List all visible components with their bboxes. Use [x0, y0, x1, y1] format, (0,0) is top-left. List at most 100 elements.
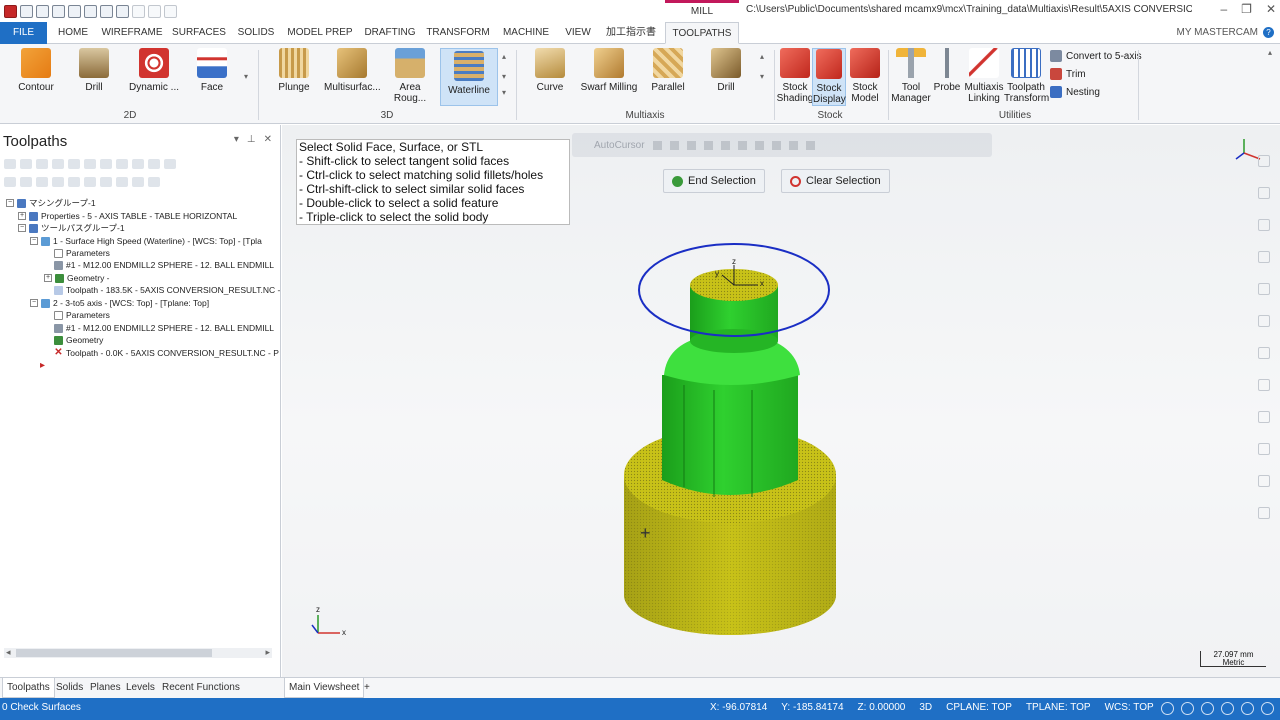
undo-icon[interactable]	[132, 4, 145, 18]
tab-wireframe[interactable]: WIREFRAME	[100, 22, 164, 44]
select-all-icon[interactable]	[4, 159, 16, 169]
tab-levels-panel[interactable]: Levels	[122, 678, 159, 698]
tab-toolpaths-panel[interactable]: Toolpaths	[2, 678, 55, 698]
insert-arrow-icon[interactable]	[84, 177, 96, 187]
group-display-icon[interactable]	[148, 177, 160, 187]
pan-icon[interactable]	[1258, 187, 1270, 199]
my-mastercam-link[interactable]: MY MASTERCAM	[1177, 27, 1259, 38]
multiaxis-linking-button[interactable]: Multiaxis Linking	[964, 48, 1004, 104]
new-file-icon[interactable]	[20, 4, 33, 18]
panel-horizontal-scrollbar[interactable]: ◂ ▸	[4, 647, 272, 658]
tree-node-toolpath-2[interactable]: ✕ Toolpath - 0.0K - 5AXIS CONVERSION_RESU…	[54, 347, 279, 359]
stock-shading-button[interactable]: Stock Shading	[776, 48, 814, 104]
clipboard-icon[interactable]	[116, 4, 129, 18]
select-dirty-icon[interactable]	[20, 159, 32, 169]
globe-icon[interactable]	[1181, 702, 1194, 715]
tab-machine[interactable]: MACHINE	[498, 22, 554, 44]
tab-solids[interactable]: SOLIDS	[234, 22, 278, 44]
tree-node-toolpath-group[interactable]: − ツールパスグループ-1	[18, 222, 125, 234]
trim-button[interactable]: Trim	[1050, 68, 1086, 80]
lock-icon[interactable]	[4, 177, 16, 187]
tab-planes-panel[interactable]: Planes	[86, 678, 125, 698]
front-view-icon[interactable]	[1258, 347, 1270, 359]
display-options-icon[interactable]	[1261, 702, 1274, 715]
status-cplane[interactable]: CPLANE: TOP	[946, 702, 1012, 713]
collapse-toggle-icon[interactable]: −	[6, 199, 14, 207]
parallel-button[interactable]: Parallel	[648, 48, 688, 93]
help-icon[interactable]: ?	[1263, 27, 1274, 38]
regenerate-icon[interactable]	[36, 159, 48, 169]
tool-manager-button[interactable]: Tool Manager	[890, 48, 932, 104]
gallery-multiaxis-up-icon[interactable]: ▴	[760, 52, 764, 61]
part-model-view[interactable]	[282, 125, 1280, 677]
gallery-3d-more-icon[interactable]: ▾	[502, 88, 506, 97]
simulate-icon[interactable]	[100, 159, 112, 169]
swarf-milling-button[interactable]: Swarf Milling	[580, 48, 638, 93]
tree-node-parameters-1[interactable]: Parameters	[54, 247, 110, 259]
nesting-button[interactable]: Nesting	[1050, 86, 1100, 98]
scroll-left-icon[interactable]: ◂	[6, 647, 11, 658]
toolpath-transform-button[interactable]: Toolpath Transform	[1004, 48, 1049, 104]
tree-node-parameters-2[interactable]: Parameters	[54, 309, 110, 321]
panel-close-icon[interactable]: ✕	[264, 134, 272, 145]
probe-button[interactable]: Probe	[932, 48, 962, 93]
tree-node-properties[interactable]: + Properties - 5 - AXIS TABLE - TABLE HOR…	[18, 210, 237, 222]
open-file-icon[interactable]	[36, 4, 49, 18]
pin-icon[interactable]: ⊥	[247, 134, 256, 145]
gallery-2d-scroll-icon[interactable]: ▾	[244, 72, 248, 81]
restore-icon[interactable]: ❐	[1241, 2, 1252, 16]
stock-model-button[interactable]: Stock Model	[846, 48, 884, 104]
gallery-multiaxis-down-icon[interactable]: ▾	[760, 72, 764, 81]
right-view-icon[interactable]	[1258, 379, 1270, 391]
wireframe-icon[interactable]	[1258, 443, 1270, 455]
settings-icon[interactable]	[1258, 507, 1270, 519]
help-toolpath-icon[interactable]	[164, 159, 176, 169]
transparency-icon[interactable]	[1241, 702, 1254, 715]
contour-button[interactable]: Contour	[14, 48, 58, 93]
save-as-icon[interactable]	[68, 4, 81, 18]
hidden-lines-icon[interactable]	[1258, 475, 1270, 487]
drill-multiaxis-button[interactable]: Drill	[708, 48, 744, 93]
status-y[interactable]: Y: -185.84174	[781, 702, 843, 713]
gallery-3d-down-icon[interactable]: ▾	[502, 72, 506, 81]
scroll-insert-icon[interactable]	[100, 177, 112, 187]
collapse-toggle-icon[interactable]: −	[30, 237, 38, 245]
collapse-ribbon-icon[interactable]: ▴	[1268, 48, 1272, 57]
tab-toolpaths[interactable]: TOOLPATHS	[665, 22, 739, 44]
tab-surfaces[interactable]: SURFACES	[170, 22, 228, 44]
collapse-toggle-icon[interactable]: −	[18, 224, 26, 232]
post-icon[interactable]	[116, 159, 128, 169]
tab-transform[interactable]: TRANSFORM	[424, 22, 492, 44]
redo-icon[interactable]	[148, 4, 161, 18]
minimize-icon[interactable]: –	[1220, 2, 1227, 16]
tab-model-prep[interactable]: MODEL PREP	[284, 22, 356, 44]
shading-mode-icon[interactable]	[1201, 702, 1214, 715]
panel-menu-icon[interactable]: ▾	[234, 134, 239, 145]
graphics-viewport[interactable]: Select Solid Face, Surface, or STL - Shi…	[282, 125, 1280, 677]
tree-node-tool-1[interactable]: #1 - M12.00 ENDMILL2 SPHERE - 12. BALL E…	[54, 259, 274, 271]
single-display-icon[interactable]	[116, 177, 128, 187]
move-down-icon[interactable]	[52, 177, 64, 187]
tree-node-operation-2[interactable]: −2 - 3-to5 axis - [WCS: Top] - [Tplane: …	[30, 297, 209, 309]
iso-view-icon[interactable]	[1258, 283, 1270, 295]
status-z[interactable]: Z: 0.00000	[858, 702, 906, 713]
status-x[interactable]: X: -96.07814	[710, 702, 767, 713]
gallery-3d-up-icon[interactable]: ▴	[502, 52, 506, 61]
add-viewsheet-icon[interactable]: +	[360, 678, 374, 698]
tree-node-tool-2[interactable]: #1 - M12.00 ENDMILL2 SPHERE - 12. BALL E…	[54, 322, 274, 334]
drill-2d-button[interactable]: Drill	[76, 48, 112, 93]
scroll-right-icon[interactable]: ▸	[265, 647, 270, 658]
tree-node-geometry-2[interactable]: Geometry	[54, 334, 103, 346]
waterline-button[interactable]: Waterline	[440, 48, 498, 106]
verify-icon[interactable]	[84, 159, 96, 169]
toggle-post-icon[interactable]	[36, 177, 48, 187]
wireframe-mode-icon[interactable]	[1221, 702, 1234, 715]
tree-node-operation-1[interactable]: −1 - Surface High Speed (Waterline) - [W…	[30, 235, 262, 247]
tab-work-instruction[interactable]: 加工指示書	[600, 22, 662, 44]
tree-node-machine-group[interactable]: − マシングループ-1	[6, 197, 96, 209]
backplot-icon[interactable]	[68, 159, 80, 169]
high-feed-icon[interactable]	[132, 159, 144, 169]
status-wcs[interactable]: WCS: TOP	[1105, 702, 1154, 713]
tab-file[interactable]: FILE	[0, 22, 47, 44]
print-icon[interactable]	[84, 4, 97, 18]
